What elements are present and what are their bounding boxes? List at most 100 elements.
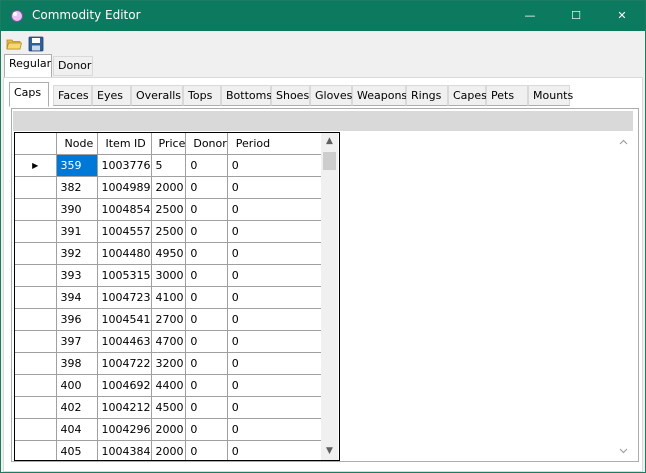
price-cell[interactable]: 4500	[151, 396, 187, 419]
table-row[interactable]: 405 1004384 2000 0 0	[15, 440, 328, 460]
scroll-down-arrow-icon[interactable]: ▼	[321, 443, 338, 460]
column-header-period[interactable]: Period	[227, 133, 328, 155]
row-header[interactable]	[15, 242, 57, 265]
price-cell[interactable]: 4700	[151, 330, 187, 353]
period-cell[interactable]: 0	[227, 264, 328, 287]
tab-capes[interactable]: Capes	[448, 85, 487, 106]
price-cell[interactable]: 4400	[151, 374, 187, 397]
period-cell[interactable]: 0	[227, 176, 328, 199]
item-id-cell[interactable]: 1004463	[97, 330, 152, 353]
row-header[interactable]	[15, 396, 57, 419]
tab-weapons[interactable]: Weapons	[352, 85, 407, 106]
item-id-cell[interactable]: 1004557	[97, 220, 152, 243]
table-row[interactable]: ▶ 359 1003776 5 0 0	[15, 154, 328, 177]
period-cell[interactable]: 0	[227, 440, 328, 460]
chevron-down-icon[interactable]	[615, 442, 632, 459]
node-cell[interactable]: 405	[56, 440, 98, 460]
donor-cell[interactable]: 0	[185, 308, 228, 331]
period-cell[interactable]: 0	[227, 220, 328, 243]
period-cell[interactable]: 0	[227, 396, 328, 419]
donor-cell[interactable]: 0	[185, 198, 228, 221]
node-cell[interactable]: 400	[56, 374, 98, 397]
table-row[interactable]: 392 1004480 4950 0 0	[15, 242, 328, 265]
row-header[interactable]	[15, 176, 57, 199]
row-header[interactable]	[15, 352, 57, 375]
node-cell[interactable]: 391	[56, 220, 98, 243]
table-row[interactable]: 398 1004722 3200 0 0	[15, 352, 328, 375]
price-cell[interactable]: 5	[151, 154, 187, 177]
scrollbar-thumb[interactable]	[323, 152, 336, 170]
item-id-cell[interactable]: 1004854	[97, 198, 152, 221]
period-cell[interactable]: 0	[227, 198, 328, 221]
commodity-grid[interactable]: Node Item ID Price Donor Period ▶ 359 1003…	[14, 132, 340, 461]
table-row[interactable]: 393 1005315 3000 0 0	[15, 264, 328, 287]
node-cell[interactable]: 396	[56, 308, 98, 331]
price-cell[interactable]: 3000	[151, 264, 187, 287]
row-header[interactable]	[15, 374, 57, 397]
table-row[interactable]: 402 1004212 4500 0 0	[15, 396, 328, 419]
node-cell[interactable]: 394	[56, 286, 98, 309]
item-id-cell[interactable]: 1004212	[97, 396, 152, 419]
column-header-item-id[interactable]: Item ID	[97, 133, 152, 155]
item-id-cell[interactable]: 1004384	[97, 440, 152, 460]
period-cell[interactable]: 0	[227, 286, 328, 309]
donor-cell[interactable]: 0	[185, 330, 228, 353]
donor-cell[interactable]: 0	[185, 264, 228, 287]
item-id-cell[interactable]: 1004722	[97, 352, 152, 375]
item-id-cell[interactable]: 1004692	[97, 374, 152, 397]
column-header-node[interactable]: Node	[56, 133, 98, 155]
node-cell[interactable]: 402	[56, 396, 98, 419]
period-cell[interactable]: 0	[227, 242, 328, 265]
details-vertical-scrollbar[interactable]	[615, 132, 632, 461]
column-header-price[interactable]: Price	[151, 133, 187, 155]
tab-shoes[interactable]: Shoes	[271, 85, 310, 106]
node-cell[interactable]: 397	[56, 330, 98, 353]
row-header[interactable]	[15, 286, 57, 309]
node-cell[interactable]: 404	[56, 418, 98, 441]
donor-cell[interactable]: 0	[185, 352, 228, 375]
row-header[interactable]	[15, 440, 57, 460]
current-row-arrow-icon[interactable]: ▶	[15, 154, 57, 177]
period-cell[interactable]: 0	[227, 308, 328, 331]
item-id-cell[interactable]: 1004723	[97, 286, 152, 309]
title-bar[interactable]: Commodity Editor — ☐ ✕	[1, 1, 645, 31]
donor-cell[interactable]: 0	[185, 220, 228, 243]
close-button[interactable]: ✕	[599, 1, 645, 31]
donor-cell[interactable]: 0	[185, 396, 228, 419]
tab-gloves[interactable]: Gloves	[310, 85, 352, 106]
scroll-up-arrow-icon[interactable]: ▲	[321, 133, 338, 150]
node-cell[interactable]: 392	[56, 242, 98, 265]
price-cell[interactable]: 2000	[151, 440, 187, 460]
item-id-cell[interactable]: 1004296	[97, 418, 152, 441]
period-cell[interactable]: 0	[227, 418, 328, 441]
item-id-cell[interactable]: 1003776	[97, 154, 152, 177]
node-cell[interactable]: 382	[56, 176, 98, 199]
column-header-donor[interactable]: Donor	[185, 133, 228, 155]
period-cell[interactable]: 0	[227, 330, 328, 353]
row-header[interactable]	[15, 308, 57, 331]
item-id-cell[interactable]: 1004541	[97, 308, 152, 331]
donor-cell[interactable]: 0	[185, 440, 228, 460]
table-row[interactable]: 394 1004723 4100 0 0	[15, 286, 328, 309]
open-folder-icon[interactable]	[6, 36, 22, 52]
price-cell[interactable]: 4100	[151, 286, 187, 309]
period-cell[interactable]: 0	[227, 352, 328, 375]
tab-overalls[interactable]: Overalls	[131, 85, 183, 106]
period-cell[interactable]: 0	[227, 154, 328, 177]
row-header[interactable]	[15, 418, 57, 441]
table-row[interactable]: 390 1004854 2500 0 0	[15, 198, 328, 221]
tab-donor[interactable]: Donor	[53, 56, 93, 76]
minimize-button[interactable]: —	[507, 1, 553, 31]
donor-cell[interactable]: 0	[185, 418, 228, 441]
tab-pets[interactable]: Pets	[486, 85, 528, 106]
price-cell[interactable]: 2700	[151, 308, 187, 331]
table-row[interactable]: 391 1004557 2500 0 0	[15, 220, 328, 243]
period-cell[interactable]: 0	[227, 374, 328, 397]
table-row[interactable]: 400 1004692 4400 0 0	[15, 374, 328, 397]
row-header[interactable]	[15, 330, 57, 353]
tab-eyes[interactable]: Eyes	[92, 85, 131, 106]
node-cell[interactable]: 393	[56, 264, 98, 287]
item-id-cell[interactable]: 1004480	[97, 242, 152, 265]
tab-regular[interactable]: Regular	[4, 54, 52, 77]
donor-cell[interactable]: 0	[185, 154, 228, 177]
